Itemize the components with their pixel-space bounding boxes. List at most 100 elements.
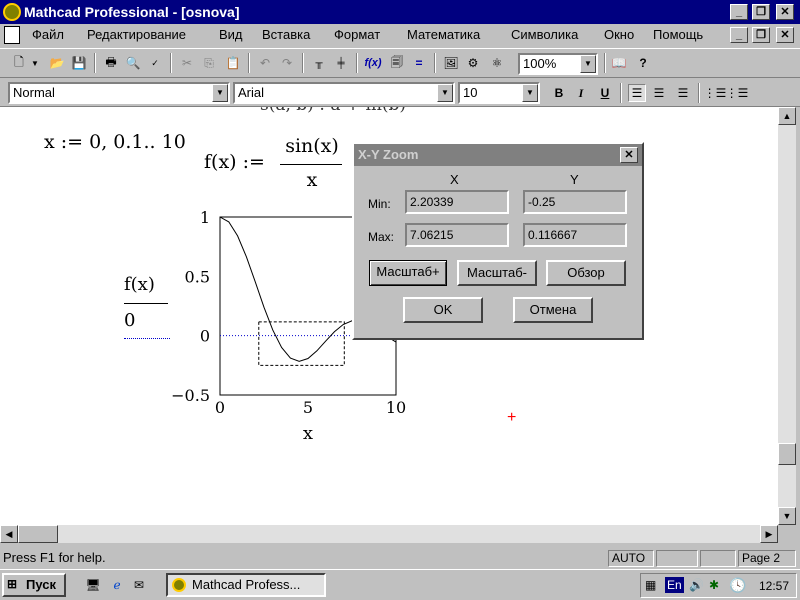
- partial-expression[interactable]: s(a, b) : a + in(b): [260, 107, 406, 115]
- internet-explorer-icon[interactable]: ℯ: [108, 576, 126, 594]
- chevron-down-icon[interactable]: ▼: [437, 84, 453, 102]
- save-icon[interactable]: 💾: [70, 54, 88, 72]
- font-size-combo[interactable]: 10 ▼: [458, 82, 540, 104]
- bold-button[interactable]: B: [550, 84, 568, 102]
- restore-button[interactable]: ❐: [752, 4, 770, 20]
- close-button[interactable]: ✕: [776, 4, 794, 20]
- tray-volume-icon[interactable]: 🔊: [689, 578, 704, 592]
- menu-window[interactable]: Окно: [604, 27, 634, 42]
- align-left-icon[interactable]: ☰: [628, 84, 646, 102]
- chevron-down-icon[interactable]: ▼: [580, 55, 596, 73]
- doc-close-button[interactable]: ✕: [776, 27, 794, 43]
- print-icon[interactable]: 🖶: [102, 54, 120, 72]
- horizontal-scrollbar[interactable]: ◀ ▶: [0, 525, 778, 543]
- insert-graph-icon[interactable]: 🖼: [442, 54, 460, 72]
- title-bar: Mathcad Professional - [osnova] _ ❐ ✕: [0, 0, 800, 24]
- scroll-up-icon[interactable]: ▲: [778, 107, 796, 125]
- ok-button[interactable]: OK: [403, 297, 483, 323]
- insert-unit-icon[interactable]: 🗐: [388, 54, 406, 72]
- new-icon[interactable]: 🗋: [10, 54, 28, 72]
- zoom-value: 100%: [523, 56, 557, 71]
- menu-math[interactable]: Математика: [407, 27, 480, 42]
- open-icon[interactable]: 📂: [48, 54, 66, 72]
- italic-button[interactable]: I: [572, 84, 590, 102]
- style-value: Normal: [13, 85, 55, 100]
- mathcad-app-icon[interactable]: [3, 3, 21, 21]
- copy-icon[interactable]: ⎘: [200, 54, 218, 72]
- function-denominator[interactable]: x: [282, 169, 342, 191]
- help-icon[interactable]: ?: [634, 54, 652, 72]
- numbering-icon[interactable]: ⋮☰: [726, 84, 749, 102]
- plot-y-label-bottom[interactable]: 0: [124, 310, 135, 331]
- min-y-field[interactable]: -0.25: [523, 190, 627, 214]
- tray-bug-icon[interactable]: ✱: [709, 578, 719, 592]
- function-lhs[interactable]: f(x) :=: [204, 151, 265, 173]
- zoom-combo[interactable]: 100% ▼: [518, 53, 598, 75]
- tray-app-icon[interactable]: ▦: [645, 578, 656, 592]
- menu-file[interactable]: Файл: [32, 27, 64, 42]
- max-y-field[interactable]: 0.116667: [523, 223, 627, 247]
- taskbar-mathcad-button[interactable]: Mathcad Profess...: [166, 573, 326, 597]
- print-preview-icon[interactable]: 🔍: [124, 54, 142, 72]
- insert-component-icon[interactable]: ⚙: [464, 54, 482, 72]
- font-combo[interactable]: Arial ▼: [233, 82, 455, 104]
- menu-edit[interactable]: Редактирование: [87, 27, 186, 42]
- scroll-left-icon[interactable]: ◀: [0, 525, 18, 543]
- menu-view[interactable]: Вид: [219, 27, 243, 42]
- chevron-down-icon[interactable]: ▼: [522, 84, 538, 102]
- undo-icon[interactable]: ↶: [256, 54, 274, 72]
- spell-check-icon[interactable]: ✓: [146, 54, 164, 72]
- align-center-icon[interactable]: ☰: [650, 84, 668, 102]
- paste-icon[interactable]: 📋: [224, 54, 242, 72]
- tray-clock-icon[interactable]: 🕓: [729, 577, 746, 594]
- calculate-icon[interactable]: =: [410, 54, 428, 72]
- min-x-field[interactable]: 2.20339: [405, 190, 509, 214]
- max-x-field[interactable]: 7.06215: [405, 223, 509, 247]
- redo-icon[interactable]: ↷: [278, 54, 296, 72]
- dialog-title-bar[interactable]: X-Y Zoom: [354, 144, 642, 166]
- document-icon[interactable]: [4, 26, 20, 44]
- column-header-y: Y: [570, 172, 579, 187]
- menu-format[interactable]: Формат: [334, 27, 380, 42]
- resource-center-icon[interactable]: 📖: [610, 54, 628, 72]
- menu-insert[interactable]: Вставка: [262, 27, 310, 42]
- bullets-icon[interactable]: ⋮☰: [704, 84, 727, 102]
- language-indicator[interactable]: En: [665, 577, 684, 593]
- horizontal-scroll-thumb[interactable]: [18, 525, 58, 543]
- show-desktop-icon[interactable]: 🖥: [84, 576, 102, 594]
- outlook-icon[interactable]: ✉: [130, 576, 148, 594]
- menu-symbolics[interactable]: Символика: [511, 27, 578, 42]
- style-combo[interactable]: Normal ▼: [8, 82, 230, 104]
- zoom-out-button[interactable]: Масштаб-: [457, 260, 537, 286]
- taskbar-clock[interactable]: 12:57: [759, 579, 789, 593]
- menu-help[interactable]: Помощь: [653, 27, 703, 42]
- chevron-down-icon[interactable]: ▼: [212, 84, 228, 102]
- range-definition[interactable]: x := 0, 0.1.. 10: [44, 131, 186, 153]
- status-help-text: Press F1 for help.: [3, 550, 106, 565]
- doc-restore-button[interactable]: ❐: [752, 27, 770, 43]
- scroll-right-icon[interactable]: ▶: [760, 525, 778, 543]
- start-label: Пуск: [26, 577, 56, 592]
- function-numerator[interactable]: sin(x): [282, 135, 342, 157]
- insert-function-icon[interactable]: f(x): [364, 54, 382, 72]
- scroll-down-icon[interactable]: ▼: [778, 507, 796, 525]
- align-down-icon[interactable]: ╪: [332, 54, 350, 72]
- vertical-scroll-thumb[interactable]: [778, 443, 796, 465]
- standard-toolbar: 🗋 ▼ 📂 💾 🖶 🔍 ✓ ✂ ⎘ 📋 ↶ ↷ ╥ ╪ f(x) 🗐 = 🖼 ⚙…: [0, 48, 800, 78]
- start-button[interactable]: ⊞ Пуск: [2, 573, 66, 597]
- underline-button[interactable]: U: [596, 84, 614, 102]
- component-wizard-icon[interactable]: ⚛: [488, 54, 506, 72]
- full-view-button[interactable]: Обзор: [546, 260, 626, 286]
- vertical-scrollbar[interactable]: ▲ ▼: [778, 107, 796, 525]
- doc-minimize-button[interactable]: _: [730, 27, 748, 43]
- cancel-button[interactable]: Отмена: [513, 297, 593, 323]
- zoom-in-button[interactable]: Масштаб+: [369, 260, 447, 286]
- minimize-button[interactable]: _: [730, 4, 748, 20]
- dialog-title: X-Y Zoom: [358, 147, 419, 162]
- align-top-icon[interactable]: ╥: [310, 54, 328, 72]
- new-dropdown-icon[interactable]: ▼: [30, 54, 40, 72]
- taskbar-task-label: Mathcad Profess...: [192, 577, 301, 592]
- cut-icon[interactable]: ✂: [178, 54, 196, 72]
- dialog-close-icon[interactable]: ✕: [620, 147, 638, 163]
- align-right-icon[interactable]: ☰: [674, 84, 692, 102]
